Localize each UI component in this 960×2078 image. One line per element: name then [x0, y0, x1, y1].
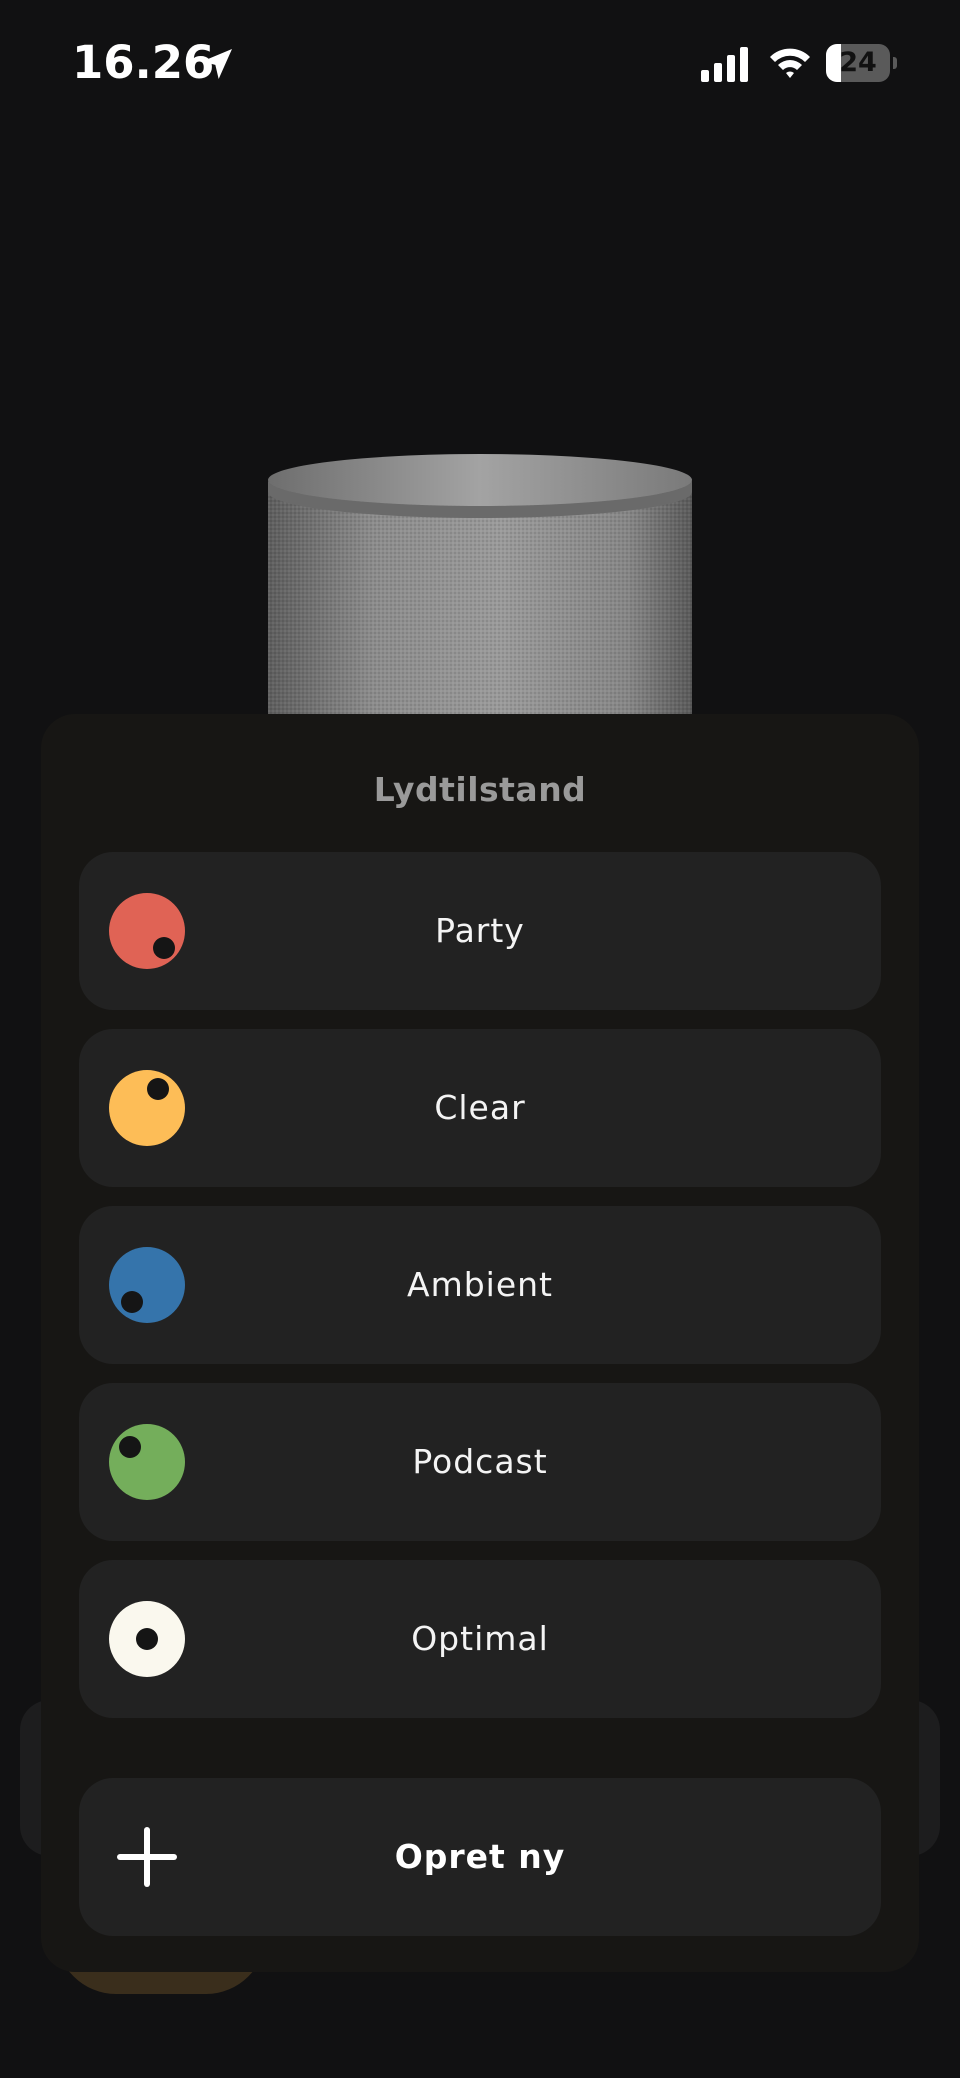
mode-item-clear[interactable]: Clear — [79, 1029, 881, 1187]
mode-label: Party — [435, 911, 525, 950]
mode-item-optimal[interactable]: Optimal — [79, 1560, 881, 1718]
battery-cap — [893, 57, 897, 69]
wifi-icon — [770, 48, 810, 78]
create-new-button[interactable]: Opret ny — [79, 1778, 881, 1936]
battery-body: 24 — [826, 44, 890, 82]
sheet-title: Lydtilstand — [373, 770, 587, 809]
mode-label: Ambient — [407, 1265, 553, 1304]
mode-list: Party Clear Ambient Podcast Optimal — [79, 852, 881, 1737]
mode-label: Clear — [434, 1088, 526, 1127]
mode-item-podcast[interactable]: Podcast — [79, 1383, 881, 1541]
battery-level: 24 — [839, 47, 877, 78]
location-arrow-icon — [202, 49, 232, 79]
sound-mode-sheet: Lydtilstand Party Clear Ambient Podcast — [41, 714, 919, 1972]
create-new-label: Opret ny — [394, 1837, 566, 1876]
battery-icon: 24 — [826, 44, 897, 82]
signal-icon — [701, 47, 748, 82]
status-bar: 16.26 24 — [0, 0, 960, 130]
status-time: 16.26 — [72, 36, 215, 89]
mode-label: Optimal — [411, 1619, 549, 1658]
mode-item-ambient[interactable]: Ambient — [79, 1206, 881, 1364]
mode-label: Podcast — [412, 1442, 548, 1481]
mode-item-party[interactable]: Party — [79, 852, 881, 1010]
